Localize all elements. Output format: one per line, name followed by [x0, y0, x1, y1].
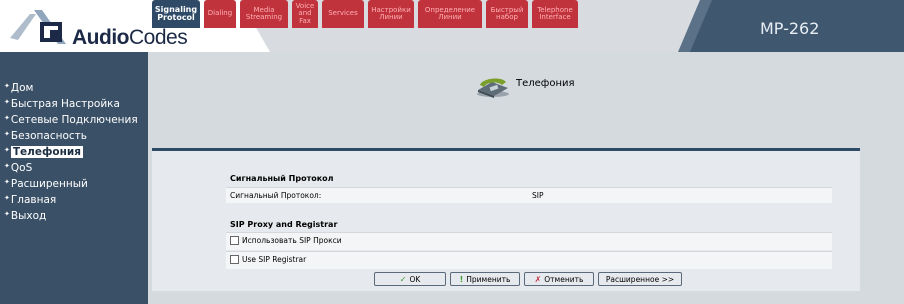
check-icon: ✓ [399, 274, 407, 284]
tab-line-settings[interactable]: Настройки Линии [368, 0, 414, 28]
telephone-icon [477, 78, 509, 98]
row-use-sip-registrar: Use SIP Registrar [226, 251, 832, 269]
tab-services[interactable]: Services [322, 0, 364, 28]
use-sip-registrar-checkbox[interactable] [230, 255, 239, 264]
bullet-icon: ✦ [4, 98, 10, 106]
exclamation-icon: ! [459, 274, 464, 284]
bullet-icon: ✦ [4, 82, 10, 90]
sidebar-item-home[interactable]: ✦Дом [4, 82, 33, 94]
advanced-button[interactable]: Расширенное >> [598, 272, 682, 286]
use-sip-proxy-checkbox[interactable] [230, 236, 239, 245]
sidebar-item-main[interactable]: ✦Главная [4, 194, 56, 206]
row-use-sip-proxy: Использовать SIP Прокси [226, 232, 832, 250]
tab-media-streaming[interactable]: Media Streaming [240, 0, 288, 28]
ok-button[interactable]: ✓ OK [374, 272, 446, 286]
apply-button[interactable]: ! Применить [450, 272, 520, 286]
tab-telephone-interface[interactable]: Telephone Interface [532, 0, 578, 28]
protocol-value: SIP [532, 191, 544, 200]
cross-icon: ✗ [534, 274, 542, 284]
sidebar-item-telephony[interactable]: ✦ Телефония [4, 146, 83, 158]
section-title-signaling-protocol: Сигнальный Протокол [230, 174, 334, 183]
section-title-sip-proxy: SIP Proxy and Registrar [230, 220, 338, 229]
sidebar-item-qos[interactable]: ✦QoS [4, 162, 32, 174]
bullet-icon: ✦ [4, 146, 10, 154]
tab-signaling-protocol[interactable]: Signaling Protocol [152, 0, 200, 28]
tab-label: Voice and Fax [295, 1, 315, 25]
sidebar-item-advanced[interactable]: ✦Расширенный [4, 178, 88, 190]
sidebar-item-quick-setup[interactable]: ✦Быстрая Настройка [4, 98, 120, 110]
tab-voice-and-fax[interactable]: Voice and Fax [292, 0, 318, 28]
bullet-icon: ✦ [4, 130, 10, 138]
sidebar-item-network-connections[interactable]: ✦Сетевые Подключения [4, 114, 138, 126]
product-name: MP-262 [760, 19, 820, 38]
page-title: Телефония [516, 78, 575, 89]
use-sip-proxy-label: Использовать SIP Прокси [242, 236, 342, 245]
tab-line-detection[interactable]: Определение Линии [418, 0, 482, 28]
use-sip-registrar-label: Use SIP Registrar [242, 255, 307, 264]
tab-label: Настройки Линии [371, 5, 411, 21]
logo-icon [10, 10, 66, 44]
tab-label: Signaling Protocol [154, 5, 198, 22]
bullet-icon: ✦ [4, 178, 10, 186]
bullet-icon: ✦ [4, 210, 10, 218]
logo-text: AudioCodes [72, 26, 188, 49]
tab-speed-dial[interactable]: Быстрый набор [486, 0, 528, 28]
tab-label: Dialing [207, 9, 233, 18]
bullet-icon: ✦ [4, 114, 10, 122]
sidebar-item-logout[interactable]: ✦Выход [4, 210, 46, 222]
sidebar-item-security[interactable]: ✦Безопасность [4, 130, 87, 142]
bullet-icon: ✦ [4, 162, 10, 170]
bullet-icon: ✦ [4, 194, 10, 202]
tab-label: Быстрый набор [490, 5, 524, 21]
tab-label: Media Streaming [245, 5, 283, 21]
cancel-button[interactable]: ✗ Отменить [524, 272, 594, 286]
tab-label: Telephone Interface [537, 5, 573, 21]
tab-label: Определение Линии [424, 5, 476, 21]
tab-dialing[interactable]: Dialing [204, 0, 236, 28]
protocol-label: Сигнальный Протокол: [230, 191, 322, 200]
tab-label: Services [328, 9, 358, 18]
row-signaling-protocol: Сигнальный Протокол: SIP [226, 187, 832, 203]
